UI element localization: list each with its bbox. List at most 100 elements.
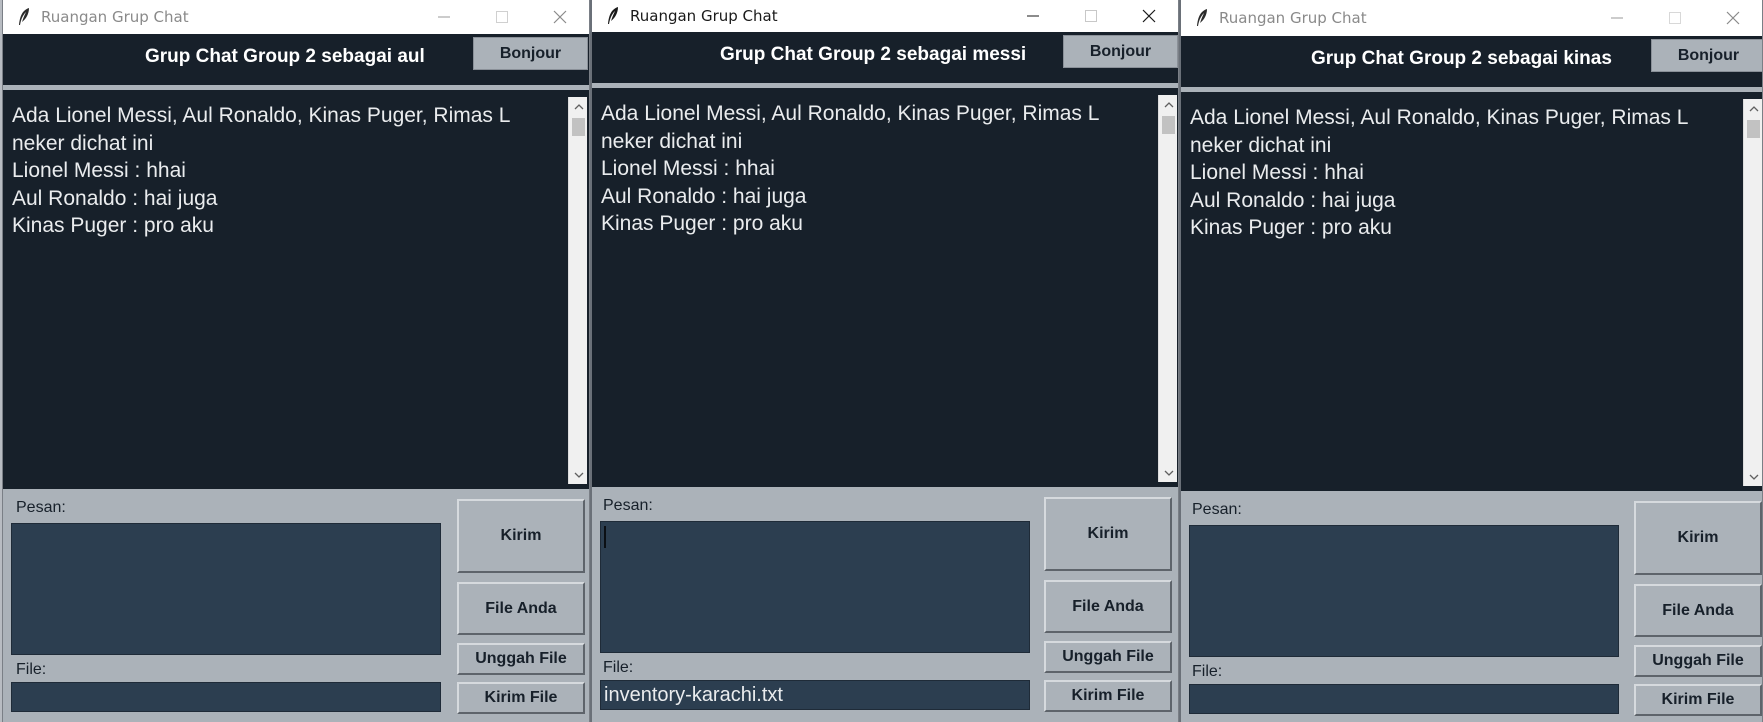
scroll-up-arrow-icon — [1749, 105, 1758, 111]
kirim-file-button[interactable]: Kirim File — [1044, 680, 1172, 712]
title-bar[interactable]: Ruangan Grup Chat — [3, 0, 589, 34]
scroll-down-arrow-icon — [1749, 474, 1758, 480]
input-panel: Pesan: File: Kirim File Anda Unggah File… — [3, 489, 589, 722]
file-anda-button[interactable]: File Anda — [457, 582, 585, 635]
window-title: Ruangan Grup Chat — [630, 7, 778, 25]
chat-header-title: Grup Chat Group 2 sebagai aul — [145, 46, 425, 67]
scroll-up-button[interactable] — [1159, 95, 1178, 114]
kirim-file-button[interactable]: Kirim File — [457, 682, 585, 714]
minimize-icon — [1027, 15, 1039, 17]
scroll-down-arrow-icon — [574, 472, 583, 478]
kirim-button[interactable]: Kirim — [1044, 497, 1172, 571]
maximize-button[interactable] — [1062, 0, 1120, 32]
chat-message-line: Ada Lionel Messi, Aul Ronaldo, Kinas Pug… — [601, 102, 1100, 125]
chat-header-title: Grup Chat Group 2 sebagai messi — [720, 44, 1027, 65]
feather-icon — [1197, 9, 1207, 26]
unggah-file-button[interactable]: Unggah File — [1044, 641, 1172, 673]
scrollbar-thumb[interactable] — [1162, 116, 1175, 134]
chat-message-line: Aul Ronaldo : hai juga — [601, 184, 807, 208]
pesan-label: Pesan: — [16, 499, 66, 516]
chat-messages: Ada Lionel Messi, Aul Ronaldo, Kinas Pug… — [12, 102, 565, 240]
close-icon — [1142, 9, 1156, 23]
close-button[interactable] — [531, 0, 589, 34]
chat-message-line: Kinas Puger : pro aku — [1190, 216, 1392, 239]
chat-message-line: neker dichat ini — [601, 129, 743, 153]
file-input[interactable]: inventory-karachi.txt — [600, 680, 1030, 710]
chat-scrollbar[interactable] — [1158, 95, 1177, 482]
kirim-button[interactable]: Kirim — [1634, 501, 1762, 575]
minimize-button[interactable] — [1588, 0, 1646, 36]
scroll-down-button[interactable] — [1159, 463, 1178, 482]
chat-scrollbar[interactable] — [568, 97, 587, 484]
scrollbar-thumb[interactable] — [572, 118, 585, 136]
bonjour-button[interactable]: Bonjour — [1651, 39, 1762, 72]
maximize-icon — [1669, 12, 1681, 24]
chat-message-line: Lionel Messi : hhai — [1190, 161, 1364, 184]
maximize-button[interactable] — [1646, 0, 1704, 36]
input-panel: Pesan: File: Kirim File Anda Unggah File… — [1181, 491, 1762, 722]
message-input[interactable] — [11, 523, 441, 655]
pesan-label: Pesan: — [1192, 501, 1242, 518]
chat-message-line: Aul Ronaldo : hai juga — [1190, 188, 1396, 212]
minimize-button[interactable] — [1004, 0, 1062, 32]
chat-message-line: Kinas Puger : pro aku — [12, 214, 214, 237]
maximize-icon — [496, 11, 508, 23]
scroll-up-arrow-icon — [1164, 101, 1173, 107]
chat-display[interactable]: Ada Lionel Messi, Aul Ronaldo, Kinas Pug… — [3, 90, 589, 489]
scroll-down-button[interactable] — [1744, 467, 1762, 486]
chat-message-line: neker dichat ini — [1190, 133, 1332, 157]
chat-display[interactable]: Ada Lionel Messi, Aul Ronaldo, Kinas Pug… — [1181, 92, 1762, 491]
scroll-down-button[interactable] — [569, 465, 588, 484]
close-button[interactable] — [1704, 0, 1762, 36]
chat-window-kinas: Ruangan Grup Chat Grup Chat Group 2 seba… — [1179, 0, 1763, 722]
file-anda-button[interactable]: File Anda — [1634, 584, 1762, 637]
text-cursor — [604, 526, 606, 548]
chat-window-messi: Ruangan Grup Chat Grup Chat Group 2 seba… — [590, 0, 1179, 722]
file-label: File: — [1192, 663, 1223, 680]
bonjour-button[interactable]: Bonjour — [473, 37, 588, 70]
unggah-file-button[interactable]: Unggah File — [457, 643, 585, 675]
title-bar[interactable]: Ruangan Grup Chat — [1181, 0, 1762, 36]
file-label: File: — [16, 661, 47, 678]
chat-message-line: Ada Lionel Messi, Aul Ronaldo, Kinas Pug… — [1190, 106, 1689, 129]
file-input[interactable] — [11, 682, 441, 712]
chat-message-line: Aul Ronaldo : hai juga — [12, 186, 218, 210]
title-bar[interactable]: Ruangan Grup Chat — [592, 0, 1178, 32]
chat-header: Grup Chat Group 2 sebagai kinas Bonjour — [1181, 36, 1762, 87]
scroll-up-button[interactable] — [569, 97, 588, 116]
file-input[interactable] — [1189, 684, 1619, 714]
close-button[interactable] — [1120, 0, 1178, 32]
maximize-icon — [1085, 10, 1097, 22]
scroll-down-arrow-icon — [1164, 470, 1173, 476]
window-title: Ruangan Grup Chat — [1219, 9, 1367, 27]
chat-header: Grup Chat Group 2 sebagai aul Bonjour — [3, 34, 589, 85]
chat-messages: Ada Lionel Messi, Aul Ronaldo, Kinas Pug… — [601, 100, 1154, 238]
feather-icon — [608, 7, 618, 24]
chat-header-title: Grup Chat Group 2 sebagai kinas — [1311, 48, 1612, 69]
scrollbar-thumb[interactable] — [1747, 120, 1760, 138]
scroll-up-button[interactable] — [1744, 99, 1762, 118]
close-icon — [553, 10, 567, 24]
input-panel: Pesan: File: inventory-karachi.txt Kirim… — [592, 487, 1178, 722]
kirim-file-button[interactable]: Kirim File — [1634, 684, 1762, 716]
chat-message-line: Lionel Messi : hhai — [12, 159, 186, 182]
minimize-icon — [438, 16, 450, 18]
chat-scrollbar[interactable] — [1743, 99, 1762, 486]
bonjour-button[interactable]: Bonjour — [1063, 35, 1178, 68]
feather-icon — [19, 8, 29, 25]
file-label: File: — [603, 659, 634, 676]
message-input[interactable] — [1189, 525, 1619, 657]
file-anda-button[interactable]: File Anda — [1044, 580, 1172, 633]
pesan-label: Pesan: — [603, 497, 653, 514]
chat-window-aul: Ruangan Grup Chat Grup Chat Group 2 seba… — [2, 0, 590, 722]
chat-header: Grup Chat Group 2 sebagai messi Bonjour — [592, 32, 1178, 83]
chat-display[interactable]: Ada Lionel Messi, Aul Ronaldo, Kinas Pug… — [592, 88, 1178, 487]
message-input[interactable] — [600, 521, 1030, 653]
chat-message-line: Ada Lionel Messi, Aul Ronaldo, Kinas Pug… — [12, 104, 511, 127]
chat-message-line: Kinas Puger : pro aku — [601, 212, 803, 235]
minimize-button[interactable] — [415, 0, 473, 34]
kirim-button[interactable]: Kirim — [457, 499, 585, 573]
maximize-button[interactable] — [473, 0, 531, 34]
scroll-up-arrow-icon — [574, 103, 583, 109]
unggah-file-button[interactable]: Unggah File — [1634, 645, 1762, 677]
